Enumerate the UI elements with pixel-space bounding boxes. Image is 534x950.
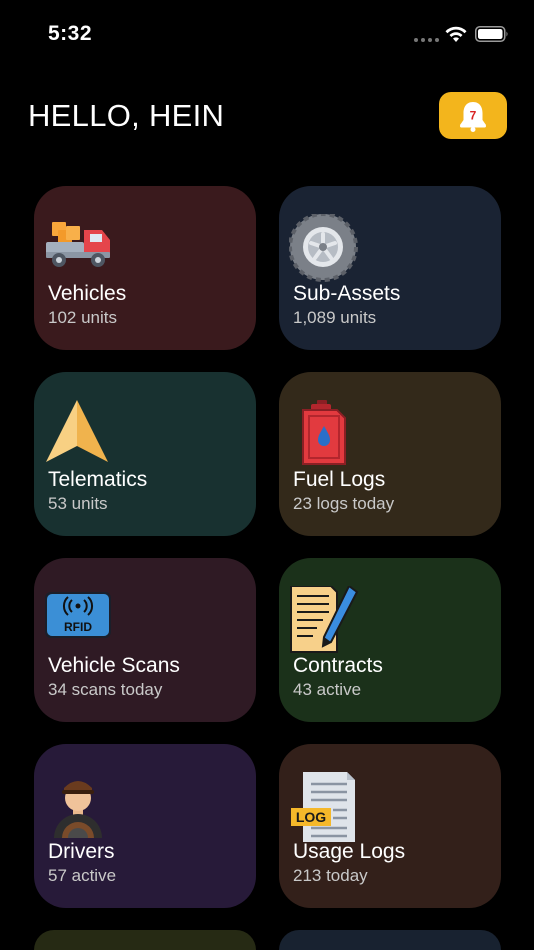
- tile-usage-logs[interactable]: LOG Usage Logs 213 today: [279, 744, 501, 908]
- notifications-button[interactable]: 7: [439, 92, 507, 139]
- svg-text:LOG: LOG: [296, 809, 326, 825]
- tile-label: Vehicles: [48, 282, 127, 305]
- tile-label: Sub-Assets: [293, 282, 401, 305]
- tile-label: Fuel Logs: [293, 468, 386, 491]
- status-bar: 5:32: [0, 0, 534, 70]
- tile-subtitle: 213 today: [293, 866, 368, 885]
- tile-contracts[interactable]: Contracts 43 active: [279, 558, 501, 722]
- tile-subtitle: 23 logs today: [293, 494, 395, 513]
- tile-label: Telematics: [48, 468, 148, 491]
- tire-icon: [289, 214, 358, 282]
- tile-partial-left[interactable]: [34, 930, 256, 950]
- svg-text:RFID: RFID: [64, 620, 92, 634]
- tile-subtitle: 102 units: [48, 308, 117, 327]
- tile-partial-right[interactable]: [279, 930, 501, 950]
- battery-icon: [475, 26, 508, 42]
- tile-subtitle: 53 units: [48, 494, 108, 513]
- tile-subtitle: 57 active: [48, 866, 117, 885]
- jerrycan-icon: [302, 400, 346, 465]
- log-document-icon: LOG: [291, 772, 355, 842]
- status-time: 5:32: [48, 22, 93, 45]
- tile-subtitle: 43 active: [293, 680, 362, 699]
- tile-vehicles[interactable]: Vehicles 102 units: [34, 186, 256, 350]
- tile-fuel-logs[interactable]: Fuel Logs 23 logs today: [279, 372, 501, 536]
- rfid-icon: RFID: [45, 592, 111, 638]
- truck-icon: [46, 222, 110, 267]
- contract-icon: [290, 586, 359, 653]
- home-screen: 5:32 HELLO, HEIN 7 Vehicles 102 units Su…: [0, 0, 534, 950]
- tile-vehicle-scans[interactable]: RFID Vehicle Scans 34 scans today: [34, 558, 256, 722]
- cellular-signal-icon: [414, 38, 439, 42]
- navigation-arrow-icon: [46, 400, 108, 462]
- tile-label: Vehicle Scans: [48, 654, 180, 677]
- tile-subtitle: 1,089 units: [293, 308, 377, 327]
- driver-icon: [54, 781, 102, 838]
- wifi-icon: [445, 26, 467, 42]
- notification-count: 7: [470, 108, 477, 122]
- tile-label: Usage Logs: [293, 840, 406, 863]
- tile-label: Contracts: [293, 654, 383, 677]
- greeting-title: HELLO, HEIN: [28, 98, 225, 133]
- tile-subtitle: 34 scans today: [48, 680, 163, 699]
- tile-sub-assets[interactable]: Sub-Assets 1,089 units: [279, 186, 501, 350]
- tile-label: Drivers: [48, 840, 115, 863]
- bell-icon: 7: [460, 101, 486, 132]
- tile-telematics[interactable]: Telematics 53 units: [34, 372, 256, 536]
- tile-drivers[interactable]: Drivers 57 active: [34, 744, 256, 908]
